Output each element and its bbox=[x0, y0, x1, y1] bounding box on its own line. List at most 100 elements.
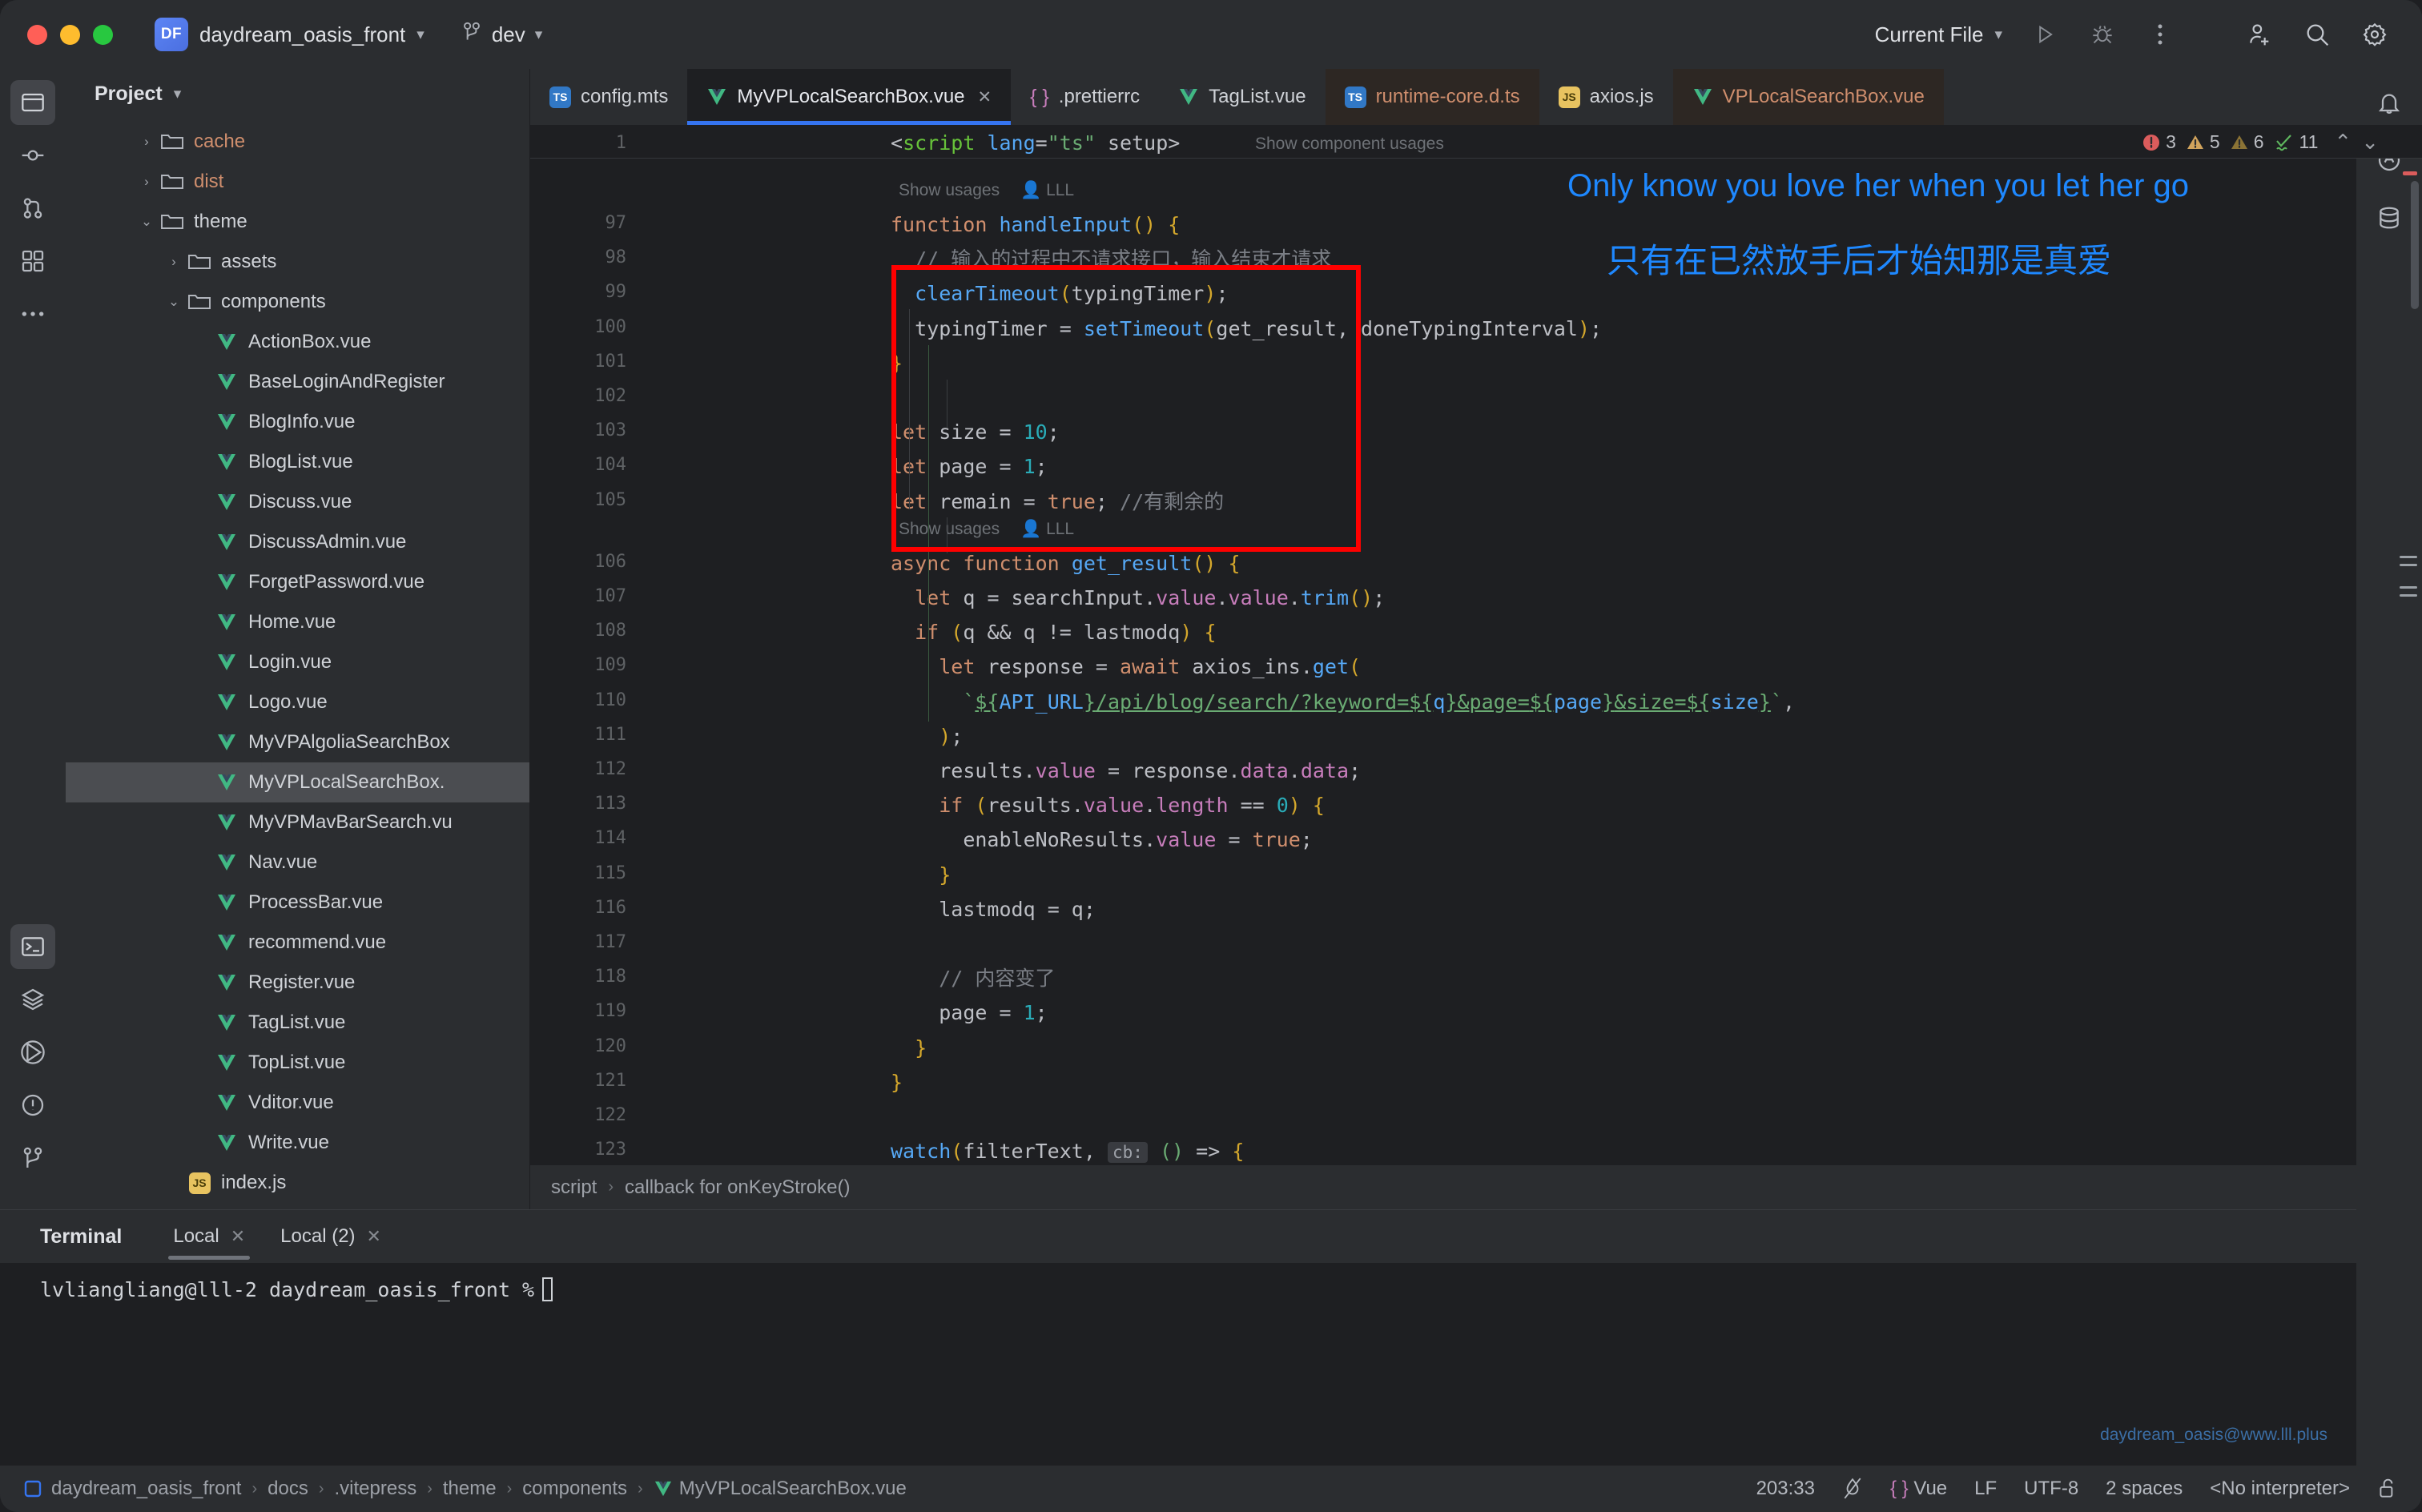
sidebar-item-commit[interactable] bbox=[10, 133, 55, 178]
tree-item-mylayout-vue[interactable]: MyLayout.vue bbox=[66, 1203, 529, 1209]
tree-item-taglist-vue[interactable]: TagList.vue bbox=[66, 1003, 529, 1043]
breadcrumb-item[interactable]: callback for onKeyStroke() bbox=[625, 1176, 850, 1199]
editor-tab-config-mts[interactable]: TS config.mts bbox=[530, 69, 687, 125]
terminal-body[interactable]: lvliangliang@lll-2 daydream_oasis_front … bbox=[0, 1263, 2422, 1466]
sidebar-item-plugins[interactable] bbox=[10, 239, 55, 284]
code-line[interactable]: watch(filterText, cb: () => { bbox=[891, 1141, 1244, 1164]
sidebar-item-terminal[interactable] bbox=[10, 924, 55, 969]
caret-position[interactable]: 203:33 bbox=[1756, 1478, 1815, 1500]
tree-expander[interactable]: › bbox=[135, 134, 159, 150]
tree-expander[interactable]: › bbox=[162, 254, 186, 270]
code-line[interactable]: // 内容变了 bbox=[891, 968, 1055, 988]
status-breadcrumb-item[interactable]: components bbox=[522, 1478, 627, 1500]
notifications-icon[interactable] bbox=[2367, 80, 2412, 125]
sidebar-item-more[interactable] bbox=[10, 292, 55, 336]
show-usages-hint[interactable]: Show usages 👤 LLL bbox=[899, 520, 1074, 539]
code-line[interactable]: clearTimeout(typingTimer); bbox=[891, 284, 1228, 304]
code-line[interactable]: ); bbox=[891, 726, 963, 746]
error-marker[interactable] bbox=[2403, 171, 2417, 175]
language-indicator[interactable]: { } Vue bbox=[1890, 1478, 1947, 1500]
code-line[interactable]: let size = 10; bbox=[891, 422, 1060, 442]
editor-tab-axios-js[interactable]: JS axios.js bbox=[1539, 69, 1673, 125]
line-separator[interactable]: LF bbox=[1974, 1478, 1997, 1500]
tree-item-register-vue[interactable]: Register.vue bbox=[66, 963, 529, 1003]
tree-item-vditor-vue[interactable]: Vditor.vue bbox=[66, 1083, 529, 1123]
tree-item-cache[interactable]: › cache bbox=[66, 122, 529, 162]
tree-item-toplist-vue[interactable]: TopList.vue bbox=[66, 1043, 529, 1083]
sidebar-item-problems[interactable] bbox=[10, 1083, 55, 1128]
gear-icon[interactable] bbox=[2360, 19, 2390, 50]
sidebar-item-version-control[interactable] bbox=[10, 1136, 55, 1180]
code-line[interactable]: results.value = response.data.data; bbox=[891, 761, 1361, 781]
sticky-hint[interactable]: Show component usages bbox=[1255, 135, 1444, 154]
sidebar-item-packages[interactable] bbox=[10, 977, 55, 1022]
status-breadcrumb-item[interactable]: daydream_oasis_front bbox=[51, 1478, 241, 1500]
more-vertical-icon[interactable] bbox=[2145, 19, 2175, 50]
close-terminal-tab-icon[interactable]: ✕ bbox=[231, 1226, 245, 1247]
breadcrumb-item[interactable]: script bbox=[551, 1176, 597, 1199]
close-terminal-tab-icon[interactable]: ✕ bbox=[367, 1226, 381, 1247]
status-breadcrumb-item[interactable]: .vitepress bbox=[335, 1478, 417, 1500]
run-config-selector[interactable]: Current File ▾ bbox=[1875, 22, 2002, 47]
status-breadcrumb-item[interactable]: MyVPLocalSearchBox.vue bbox=[654, 1478, 907, 1500]
inspection-widget[interactable]: 3 5 6 11 ⌃ ⌄ bbox=[2142, 130, 2379, 155]
tree-item-nav-vue[interactable]: Nav.vue bbox=[66, 842, 529, 883]
editor-marker-strip[interactable] bbox=[2400, 125, 2422, 1164]
terminal-tab-local-2-[interactable]: Local (2) ✕ bbox=[263, 1210, 399, 1263]
sidebar-item-project[interactable] bbox=[10, 80, 55, 125]
tree-item-recommend-vue[interactable]: recommend.vue bbox=[66, 923, 529, 963]
code-line[interactable]: async function get_result() { bbox=[891, 553, 1241, 573]
chevron-down-icon[interactable]: ▾ bbox=[174, 86, 182, 102]
chevron-up-icon[interactable]: ⌃ bbox=[2334, 130, 2352, 155]
tree-item-actionbox-vue[interactable]: ActionBox.vue bbox=[66, 322, 529, 362]
code-line[interactable]: enableNoResults.value = true; bbox=[891, 830, 1313, 850]
tree-item-logo-vue[interactable]: Logo.vue bbox=[66, 682, 529, 722]
typo-count[interactable]: 11 bbox=[2274, 131, 2318, 153]
code-line[interactable]: page = 1; bbox=[891, 1003, 1048, 1023]
sidebar-item-pull-requests[interactable] bbox=[10, 186, 55, 231]
search-icon[interactable] bbox=[2302, 19, 2332, 50]
code-line[interactable]: } bbox=[891, 1038, 927, 1058]
editor-tab-vplocalsearchbox-vue[interactable]: VPLocalSearchBox.vue bbox=[1672, 69, 1944, 125]
close-window-button[interactable] bbox=[27, 24, 47, 45]
code-line[interactable]: // 输入的过程中不请求接口，输入结束才请求 bbox=[891, 249, 1331, 269]
tree-item-bloginfo-vue[interactable]: BlogInfo.vue bbox=[66, 402, 529, 442]
tree-expander[interactable]: ⌄ bbox=[162, 294, 186, 310]
editor-tab-runtime-core-d-ts[interactable]: TS runtime-core.d.ts bbox=[1325, 69, 1539, 125]
window-controls[interactable] bbox=[27, 24, 113, 45]
editor-breadcrumb[interactable]: script › callback for onKeyStroke() bbox=[530, 1164, 2422, 1209]
editor-scroll-thumb[interactable] bbox=[2411, 181, 2419, 309]
code-line[interactable]: } bbox=[891, 865, 951, 885]
tree-expander[interactable]: › bbox=[135, 174, 159, 190]
code-line[interactable]: let remain = true; //有剩余的 bbox=[891, 492, 1224, 512]
chevron-down-icon[interactable]: ⌄ bbox=[2361, 130, 2379, 155]
minimize-window-button[interactable] bbox=[60, 24, 80, 45]
tree-item-dist[interactable]: › dist bbox=[66, 162, 529, 202]
tree-item-components[interactable]: ⌄ components bbox=[66, 282, 529, 322]
editor-tab-myvplocalsearchbox-vue[interactable]: MyVPLocalSearchBox.vue ✕ bbox=[687, 69, 1012, 125]
tree-item-processbar-vue[interactable]: ProcessBar.vue bbox=[66, 883, 529, 923]
tree-item-discussadmin-vue[interactable]: DiscussAdmin.vue bbox=[66, 522, 529, 562]
project-tree[interactable]: › cache › dist ⌄ theme › assets ⌄ components Actio… bbox=[66, 119, 529, 1209]
tree-item-bloglist-vue[interactable]: BlogList.vue bbox=[66, 442, 529, 482]
code-line[interactable]: typingTimer = setTimeout(get_result, don… bbox=[891, 319, 1602, 339]
branch-selector[interactable]: dev ▾ bbox=[461, 21, 542, 49]
sidebar-item-services[interactable] bbox=[10, 1030, 55, 1075]
project-panel-header[interactable]: Project ▾ bbox=[66, 69, 529, 119]
inspections-off-icon[interactable] bbox=[1842, 1478, 1863, 1500]
close-tab-icon[interactable]: ✕ bbox=[978, 87, 992, 107]
code-line[interactable]: } bbox=[891, 1072, 903, 1092]
show-usages-hint[interactable]: Show usages 👤 LLL bbox=[899, 181, 1074, 200]
encoding[interactable]: UTF-8 bbox=[2024, 1478, 2078, 1500]
error-count[interactable]: 3 bbox=[2142, 131, 2176, 153]
weak-warning-count[interactable]: 6 bbox=[2230, 131, 2264, 153]
tree-item-assets[interactable]: › assets bbox=[66, 242, 529, 282]
terminal-tabs[interactable]: Local ✕ Local (2) ✕ bbox=[155, 1210, 399, 1263]
tree-expander[interactable]: ⌄ bbox=[135, 214, 159, 230]
status-breadcrumb-item[interactable]: docs bbox=[268, 1478, 308, 1500]
project-selector[interactable]: DF daydream_oasis_front ▾ bbox=[155, 18, 424, 51]
unlocked-icon[interactable] bbox=[2377, 1478, 2398, 1500]
code-line[interactable]: } bbox=[891, 353, 903, 373]
status-breadcrumb-item[interactable]: theme bbox=[443, 1478, 497, 1500]
run-icon[interactable] bbox=[2030, 19, 2060, 50]
